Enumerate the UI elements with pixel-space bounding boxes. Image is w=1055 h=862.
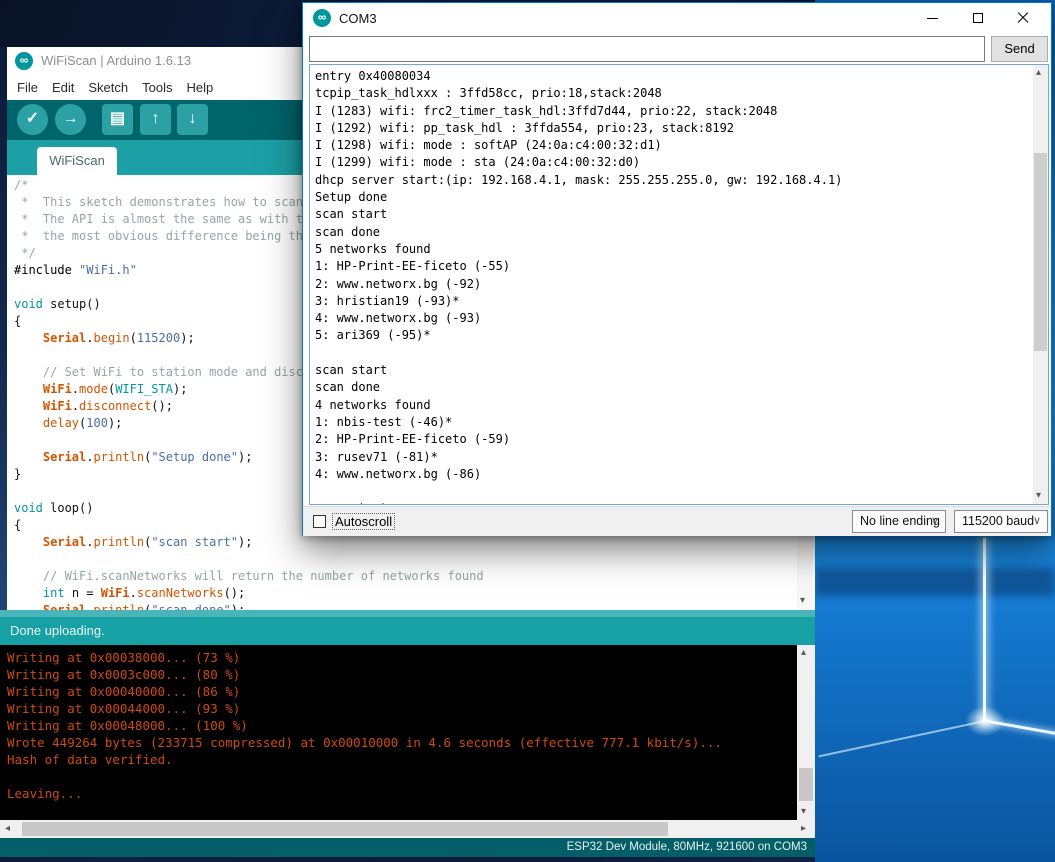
scroll-up-icon[interactable]: ▴ <box>801 648 806 658</box>
scroll-down-icon[interactable]: ▾ <box>800 596 805 606</box>
serial-vertical-scrollbar[interactable]: ▴ ▾ <box>1033 65 1048 504</box>
console-vertical-scrollbar[interactable]: ▴ ▾ <box>797 645 815 820</box>
serial-monitor-window: ∞ COM3 Send entry 0x40080034 tcpip_task_… <box>302 2 1052 536</box>
maximize-icon <box>973 13 983 23</box>
verify-button[interactable]: ✓ <box>17 104 48 135</box>
upload-status-message: Done uploading. <box>0 617 815 645</box>
console-scrollbar-thumb[interactable] <box>799 768 813 801</box>
serial-monitor-bottombar: Autoscroll No line ending ∨ 115200 baud … <box>303 506 1051 536</box>
save-button[interactable]: ↓ <box>177 104 208 135</box>
serial-send-input[interactable] <box>309 36 985 62</box>
caption-buttons <box>910 3 1045 33</box>
minimize-icon <box>927 18 938 19</box>
scroll-left-icon[interactable]: ◂ <box>5 824 10 834</box>
upload-progress-strip <box>0 610 815 617</box>
close-icon <box>1017 12 1029 24</box>
windows-logo-vertical-beam <box>983 538 986 722</box>
serial-monitor-title: COM3 <box>339 11 377 26</box>
scroll-down-icon[interactable]: ▾ <box>1036 491 1041 501</box>
console-horizontal-scrollbar[interactable]: ◂ ▸ <box>0 820 815 838</box>
board-status-bar: ESP32 Dev Module, 80MHz, 921600 on COM3 <box>0 838 815 857</box>
wallpaper-dark-band <box>815 568 1055 596</box>
menu-file[interactable]: File <box>17 75 38 100</box>
serial-output-area[interactable]: entry 0x40080034 tcpip_task_hdlxxx : 3ff… <box>309 64 1049 505</box>
open-button[interactable]: ↑ <box>140 104 171 135</box>
serial-monitor-titlebar[interactable]: ∞ COM3 <box>303 3 1051 33</box>
scroll-right-icon[interactable]: ▸ <box>801 824 806 834</box>
chevron-down-icon: ∨ <box>1033 511 1041 532</box>
line-ending-dropdown[interactable]: No line ending ∨ <box>852 510 946 533</box>
baud-rate-value: 115200 baud <box>962 514 1034 528</box>
new-sketch-button[interactable]: ▤ <box>102 104 133 135</box>
code-line <box>14 551 797 568</box>
minimize-button[interactable] <box>910 3 955 33</box>
arduino-logo-icon: ∞ <box>15 52 33 70</box>
scroll-up-icon[interactable]: ▴ <box>1036 68 1041 78</box>
close-button[interactable] <box>1000 3 1045 33</box>
send-button[interactable]: Send <box>991 36 1048 62</box>
autoscroll-label[interactable]: Autoscroll <box>333 514 394 529</box>
arduino-logo-icon: ∞ <box>313 9 331 27</box>
serial-scrollbar-thumb[interactable] <box>1034 153 1047 351</box>
code-line: // WiFi.scanNetworks will return the num… <box>14 568 797 585</box>
code-line: Serial.println("scan done"); <box>14 602 797 610</box>
chevron-down-icon: ∨ <box>931 511 939 532</box>
scroll-down-icon[interactable]: ▾ <box>801 807 806 817</box>
windows-logo-floor-beam-left <box>819 720 986 757</box>
baud-rate-dropdown[interactable]: 115200 baud ∨ <box>954 510 1048 533</box>
maximize-button[interactable] <box>955 3 1000 33</box>
line-ending-value: No line ending <box>860 514 940 528</box>
menu-help[interactable]: Help <box>186 75 213 100</box>
autoscroll-checkbox[interactable] <box>313 515 326 528</box>
desktop-edge-strip <box>0 47 7 610</box>
ide-console: Writing at 0x00038000... (73 %) Writing … <box>0 645 815 820</box>
ide-window-title: WiFiScan | Arduino 1.6.13 <box>41 53 191 68</box>
console-output-text: Writing at 0x00038000... (73 %) Writing … <box>7 649 787 802</box>
code-line: int n = WiFi.scanNetworks(); <box>14 585 797 602</box>
tab-wifiscan[interactable]: WiFiScan <box>37 147 117 175</box>
desktop: ∞ WiFiScan | Arduino 1.6.13 File Edit Sket… <box>0 0 1055 862</box>
menu-tools[interactable]: Tools <box>142 75 172 100</box>
code-line: Serial.println("scan start"); <box>14 534 797 551</box>
menu-edit[interactable]: Edit <box>52 75 74 100</box>
windows-logo-glow-spot <box>965 706 1005 736</box>
upload-button[interactable]: → <box>55 104 86 135</box>
horizontal-scrollbar-thumb[interactable] <box>22 822 668 836</box>
serial-output-text: entry 0x40080034 tcpip_task_hdlxxx : 3ff… <box>310 66 1028 505</box>
menu-sketch[interactable]: Sketch <box>88 75 128 100</box>
